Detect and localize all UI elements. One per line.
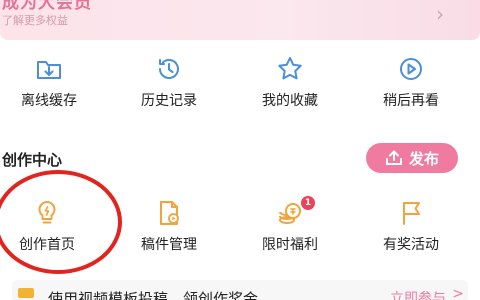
watch-later-icon	[400, 58, 422, 80]
vip-banner[interactable]: 成为大会员 了解更多权益 ›	[0, 0, 480, 40]
history-label: 历史记录	[141, 93, 197, 109]
prize-activities-label: 有奖活动	[383, 237, 439, 253]
prize-activities-button[interactable]: 有奖活动	[366, 192, 456, 262]
chevron-right-icon: ›	[436, 2, 444, 26]
quick-actions-row: 离线缓存 历史记录 我的收藏 稍后再看	[0, 48, 480, 118]
offline-cache-button[interactable]: 离线缓存	[4, 48, 94, 118]
promo-text: 使用视频模板投稿，领创作奖金	[48, 290, 259, 300]
history-button[interactable]: 历史记录	[124, 48, 214, 118]
flag-icon	[403, 202, 420, 225]
limited-benefits-label: 限时福利	[262, 237, 318, 253]
manuscript-manage-button[interactable]: 稿件管理	[124, 192, 214, 262]
promo-icon	[18, 288, 34, 298]
limited-benefits-button[interactable]: 1 限时福利	[245, 192, 335, 262]
vip-subtitle: 了解更多权益	[2, 14, 68, 27]
chevron-right-icon: >	[452, 286, 464, 300]
promo-banner[interactable]: 使用视频模板投稿，领创作奖金 立即参与 >	[12, 280, 468, 300]
watch-later-label: 稍后再看	[383, 93, 439, 109]
creation-center-title: 创作中心	[2, 151, 63, 169]
history-clock-icon	[159, 59, 179, 79]
offline-download-icon	[37, 61, 61, 79]
favorites-label: 我的收藏	[262, 93, 318, 109]
notification-badge: 1	[301, 196, 315, 210]
star-icon	[278, 57, 302, 80]
manuscript-manage-label: 稿件管理	[141, 237, 197, 253]
publish-label: 发布	[408, 149, 439, 168]
highlight-circle	[0, 170, 122, 274]
favorites-button[interactable]: 我的收藏	[245, 48, 335, 118]
promo-action-link[interactable]: 立即参与	[390, 288, 446, 300]
watch-later-button[interactable]: 稍后再看	[366, 48, 456, 118]
manuscript-icon	[160, 201, 179, 225]
offline-cache-label: 离线缓存	[21, 93, 77, 109]
publish-button[interactable]: 发布	[366, 143, 458, 173]
upload-icon	[385, 150, 402, 165]
